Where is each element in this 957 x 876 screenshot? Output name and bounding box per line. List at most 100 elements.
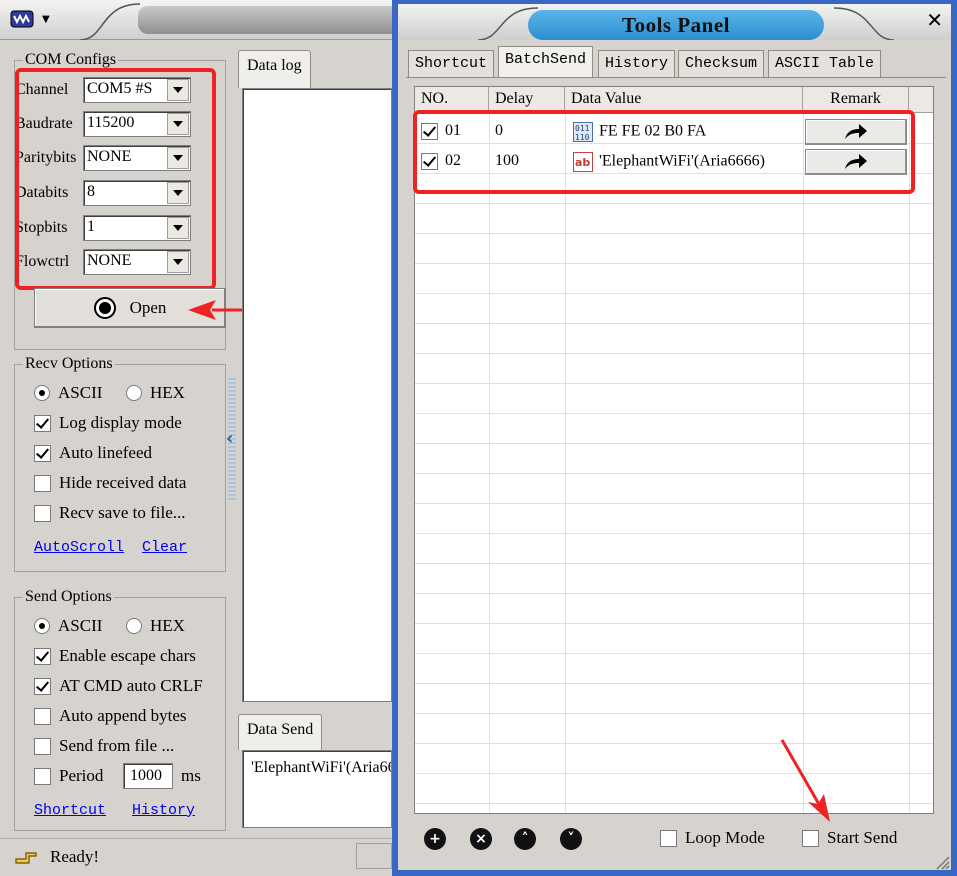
recv-ascii-option[interactable]: ASCII (34, 381, 102, 405)
grid-line (415, 323, 933, 324)
chevron-down-icon[interactable] (167, 182, 189, 204)
send-ascii-option[interactable]: ASCII (34, 614, 102, 638)
grid-line (415, 803, 933, 804)
log-display-mode-checkbox[interactable] (34, 414, 51, 432)
row-2-data-value: 'ElephantWiFi'(Aria6666) (599, 152, 765, 170)
batchsend-grid[interactable]: NO. Delay Data Value Remark 01 0 011 110… (414, 86, 934, 814)
grid-line (415, 233, 933, 234)
data-log-tab[interactable]: Data log (238, 50, 311, 88)
open-button-label: Open (129, 298, 167, 317)
flowctrl-select[interactable]: NONE (83, 249, 191, 275)
auto-append-checkbox[interactable] (34, 707, 51, 725)
data-log-area[interactable] (242, 88, 392, 702)
tab-shortcut[interactable]: Shortcut (408, 50, 495, 78)
auto-append-option[interactable]: Auto append bytes (34, 704, 186, 728)
data-send-input[interactable]: 'ElephantWiFi'(Aria6666) (242, 750, 392, 828)
column-header-remark[interactable]: Remark (803, 87, 909, 113)
svg-text:ab: ab (575, 156, 590, 169)
table-row[interactable]: 01 0 011 110 FE FE 02 B0 FA (415, 117, 933, 147)
recv-ascii-radio[interactable] (34, 385, 50, 401)
chevron-down-icon[interactable] (167, 251, 189, 273)
send-ascii-radio[interactable] (34, 618, 50, 634)
send-from-file-checkbox[interactable] (34, 737, 51, 755)
paritybits-select[interactable]: NONE (83, 145, 191, 171)
add-row-icon[interactable]: + (424, 828, 446, 850)
main-title-bar-dark (138, 6, 398, 34)
row-1-send-button[interactable] (805, 119, 907, 145)
collapse-left-icon[interactable]: ‹ (226, 428, 233, 449)
grid-line (415, 713, 933, 714)
send-from-file-label: Send from file ... (59, 736, 175, 755)
start-send-option[interactable]: Start Send (802, 828, 897, 848)
grid-line (415, 443, 933, 444)
period-input[interactable]: 1000 (123, 763, 173, 789)
title-curve-decoration (79, 3, 141, 40)
row-2-send-button[interactable] (805, 149, 907, 175)
grid-line (415, 293, 933, 294)
menu-arrow-icon: ▼ (42, 13, 50, 25)
row-1-checkbox[interactable] (421, 123, 438, 140)
grid-line (415, 503, 933, 504)
recv-save-checkbox[interactable] (34, 504, 51, 522)
period-option[interactable]: Period 1000 ms (34, 763, 201, 789)
recv-save-option[interactable]: Recv save to file... (34, 501, 186, 525)
close-icon[interactable]: ✕ (926, 8, 943, 32)
send-hex-radio[interactable] (126, 618, 142, 634)
escape-chars-label: Enable escape chars (59, 646, 196, 665)
send-hex-option[interactable]: HEX (126, 614, 185, 638)
hide-received-checkbox[interactable] (34, 474, 51, 492)
column-header-delay[interactable]: Delay (489, 87, 565, 113)
auto-linefeed-option[interactable]: Auto linefeed (34, 441, 152, 465)
chevron-down-icon[interactable] (167, 147, 189, 169)
chevron-down-icon[interactable] (167, 113, 189, 135)
loop-mode-checkbox[interactable] (660, 829, 677, 847)
chevron-down-icon[interactable] (167, 217, 189, 239)
move-down-icon[interactable]: ˅ (560, 828, 582, 850)
clear-link[interactable]: Clear (142, 539, 187, 556)
at-cmd-crlf-option[interactable]: AT CMD auto CRLF (34, 674, 203, 698)
tools-panel-title: Tools Panel (528, 10, 824, 40)
databits-select[interactable]: 8 (83, 180, 191, 206)
log-display-mode-option[interactable]: Log display mode (34, 411, 182, 435)
stopbits-value: 1 (87, 218, 95, 235)
period-checkbox[interactable] (34, 767, 51, 785)
stopbits-select[interactable]: 1 (83, 215, 191, 241)
tab-ascii-table[interactable]: ASCII Table (768, 50, 882, 78)
svg-text:011: 011 (575, 124, 590, 133)
send-from-file-option[interactable]: Send from file ... (34, 734, 174, 758)
batchsend-toolbar: + × ˄ ˅ Loop Mode Start Send (414, 822, 934, 858)
table-row[interactable]: 02 100 ab 'ElephantWiFi'(Aria6666) (415, 147, 933, 177)
at-cmd-crlf-checkbox[interactable] (34, 677, 51, 695)
column-header-no[interactable]: NO. (415, 87, 489, 113)
recv-hex-option[interactable]: HEX (126, 381, 185, 405)
recv-hex-radio[interactable] (126, 385, 142, 401)
channel-select[interactable]: COM5 #S (83, 77, 191, 103)
escape-chars-checkbox[interactable] (34, 647, 51, 665)
recv-options-title: Recv Options (23, 355, 115, 373)
chevron-down-icon[interactable] (167, 79, 189, 101)
autoscroll-link[interactable]: AutoScroll (34, 539, 124, 556)
grid-line (415, 593, 933, 594)
resize-grip-icon[interactable] (932, 852, 950, 870)
auto-linefeed-checkbox[interactable] (34, 444, 51, 462)
hide-received-option[interactable]: Hide received data (34, 471, 186, 495)
row-2-checkbox[interactable] (421, 153, 438, 170)
history-link[interactable]: History (132, 802, 195, 819)
hex-icon: 011 110 (573, 122, 593, 142)
loop-mode-option[interactable]: Loop Mode (660, 828, 765, 848)
start-send-label: Start Send (827, 828, 898, 847)
tab-batchsend[interactable]: BatchSend (498, 46, 594, 78)
baudrate-select[interactable]: 115200 (83, 111, 191, 137)
data-send-tab[interactable]: Data Send (238, 714, 323, 750)
send-arrow-icon (845, 124, 867, 139)
column-header-data-value[interactable]: Data Value (565, 87, 803, 113)
tab-history[interactable]: History (598, 50, 676, 78)
start-send-checkbox[interactable] (802, 829, 819, 847)
tab-checksum[interactable]: Checksum (678, 50, 765, 78)
shortcut-link[interactable]: Shortcut (34, 802, 106, 819)
move-up-icon[interactable]: ˄ (514, 828, 536, 850)
period-unit: ms (181, 766, 201, 785)
grid-line (415, 383, 933, 384)
escape-chars-option[interactable]: Enable escape chars (34, 644, 196, 668)
delete-row-icon[interactable]: × (470, 828, 492, 850)
